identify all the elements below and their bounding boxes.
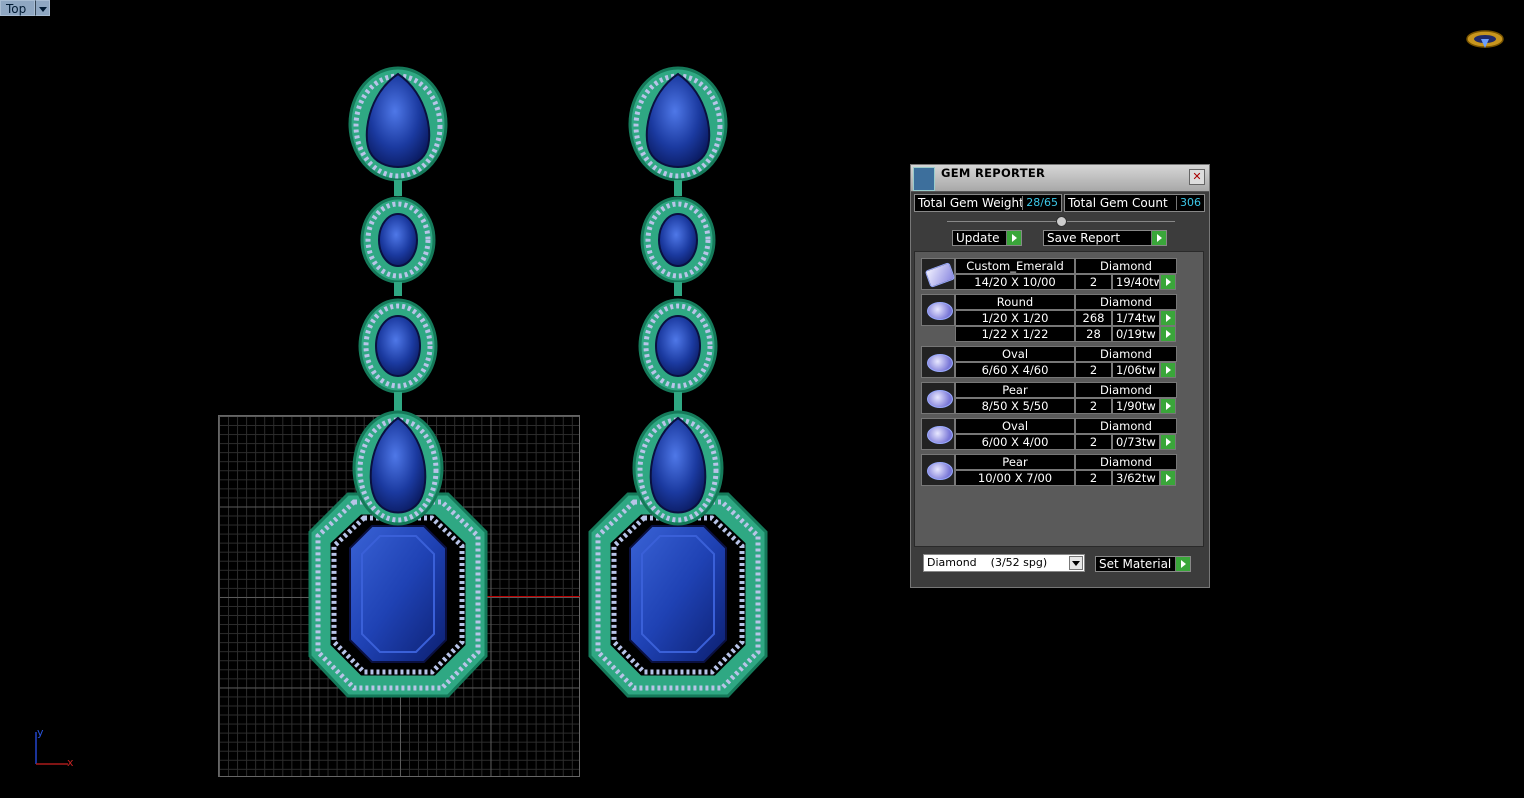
axis-y-label: y	[37, 726, 44, 739]
gem-size: 10/00 X 7/00	[955, 470, 1075, 486]
gem-size: 1/22 X 1/22	[955, 326, 1075, 342]
gem-group[interactable]: Pear Diamond 8/50 X 5/50 2 1/90tw	[921, 382, 1177, 414]
close-icon[interactable]: ✕	[1189, 169, 1205, 185]
gem-group[interactable]: Round Diamond 1/20 X 1/20 268 1/74tw 1/2…	[921, 294, 1177, 342]
app-logo-icon[interactable]	[1466, 28, 1504, 50]
divider-knob-icon[interactable]	[1056, 216, 1067, 227]
total-gem-count-label: Total Gem Count	[1068, 196, 1168, 210]
earring-model[interactable]	[0, 0, 910, 798]
oval-gem-icon	[921, 346, 955, 378]
emerald-gem-icon	[921, 258, 956, 290]
select-gem-arrow-icon[interactable]	[1160, 274, 1176, 290]
gem-size: 6/60 X 4/60	[955, 362, 1075, 378]
set-material-button[interactable]: Set Material	[1095, 556, 1191, 572]
select-gem-arrow-icon[interactable]	[1160, 310, 1176, 326]
gem-shape: Round	[955, 294, 1075, 310]
material-select-value: Diamond (3/52 spg)	[927, 556, 1048, 569]
update-go-icon[interactable]	[1006, 231, 1021, 245]
gem-count: 28	[1075, 326, 1112, 342]
update-button[interactable]: Update	[952, 230, 1022, 246]
gem-list[interactable]: Custom_Emerald Diamond 14/20 X 10/00 2 1…	[914, 251, 1204, 547]
select-gem-arrow-icon[interactable]	[1160, 434, 1176, 450]
gem-count: 268	[1075, 310, 1112, 326]
total-gem-weight-label: Total Gem Weight	[918, 196, 1024, 210]
gem-count: 2	[1075, 274, 1112, 290]
gem-count: 2	[1075, 470, 1112, 486]
gem-size: 8/50 X 5/50	[955, 398, 1075, 414]
panel-titlebar[interactable]: GEM REPORTER ✕	[911, 165, 1209, 192]
gem-group[interactable]: Oval Diamond 6/60 X 4/60 2 1/06tw	[921, 346, 1177, 378]
right-earring[interactable]	[590, 68, 766, 696]
axis-indicator: y x	[35, 726, 74, 769]
axis-x-label: x	[67, 756, 74, 769]
save-report-button[interactable]: Save Report	[1043, 230, 1167, 246]
round-gem-icon	[921, 294, 955, 326]
gem-shape: Oval	[955, 346, 1075, 362]
chevron-down-icon[interactable]	[1069, 556, 1083, 570]
gem-weight: 1/74tw	[1112, 310, 1160, 326]
gem-material: Diamond	[1075, 382, 1177, 398]
gem-material: Diamond	[1075, 258, 1177, 274]
gem-weight: 19/40tw	[1112, 274, 1160, 290]
left-earring[interactable]	[310, 68, 486, 696]
gem-reporter-app-icon	[913, 167, 935, 191]
gem-group[interactable]: Oval Diamond 6/00 X 4/00 2 0/73tw	[921, 418, 1177, 450]
gem-group[interactable]: Custom_Emerald Diamond 14/20 X 10/00 2 1…	[921, 258, 1177, 290]
gem-shape: Pear	[955, 382, 1075, 398]
update-button-label: Update	[956, 231, 1000, 245]
select-gem-arrow-icon[interactable]	[1160, 362, 1176, 378]
gem-shape: Oval	[955, 418, 1075, 434]
gem-count: 2	[1075, 398, 1112, 414]
set-material-button-label: Set Material	[1099, 557, 1172, 571]
gem-reporter-panel[interactable]: GEM REPORTER ✕ Total Gem Weight 28/65 To…	[910, 164, 1210, 588]
gem-group[interactable]: Pear Diamond 10/00 X 7/00 2 3/62tw	[921, 454, 1177, 486]
total-gem-weight: Total Gem Weight 28/65	[914, 194, 1062, 212]
gem-shape: Pear	[955, 454, 1075, 470]
total-gem-weight-value: 28/65	[1022, 196, 1061, 210]
pear-gem-icon	[921, 454, 955, 486]
gem-material: Diamond	[1075, 454, 1177, 470]
material-select[interactable]: Diamond (3/52 spg)	[923, 554, 1085, 572]
gem-weight: 1/06tw	[1112, 362, 1160, 378]
save-report-button-label: Save Report	[1047, 231, 1121, 245]
select-gem-arrow-icon[interactable]	[1160, 470, 1176, 486]
total-gem-count-value: 306	[1176, 196, 1204, 210]
gem-count: 2	[1075, 434, 1112, 450]
gem-material: Diamond	[1075, 294, 1177, 310]
set-material-go-icon[interactable]	[1175, 557, 1190, 571]
pear-gem-icon	[921, 382, 955, 414]
oval-gem-icon	[921, 418, 955, 450]
gem-weight: 3/62tw	[1112, 470, 1160, 486]
gem-material: Diamond	[1075, 418, 1177, 434]
total-gem-count: Total Gem Count 306	[1064, 194, 1205, 212]
select-gem-arrow-icon[interactable]	[1160, 398, 1176, 414]
gem-count: 2	[1075, 362, 1112, 378]
gem-shape: Custom_Emerald	[955, 258, 1075, 274]
select-gem-arrow-icon[interactable]	[1160, 326, 1176, 342]
gem-size: 1/20 X 1/20	[955, 310, 1075, 326]
panel-title: GEM REPORTER	[941, 166, 1046, 180]
gem-size: 6/00 X 4/00	[955, 434, 1075, 450]
save-report-go-icon[interactable]	[1151, 231, 1166, 245]
gem-weight: 0/19tw	[1112, 326, 1160, 342]
gem-material: Diamond	[1075, 346, 1177, 362]
gem-weight: 0/73tw	[1112, 434, 1160, 450]
gem-size: 14/20 X 10/00	[955, 274, 1075, 290]
gem-weight: 1/90tw	[1112, 398, 1160, 414]
